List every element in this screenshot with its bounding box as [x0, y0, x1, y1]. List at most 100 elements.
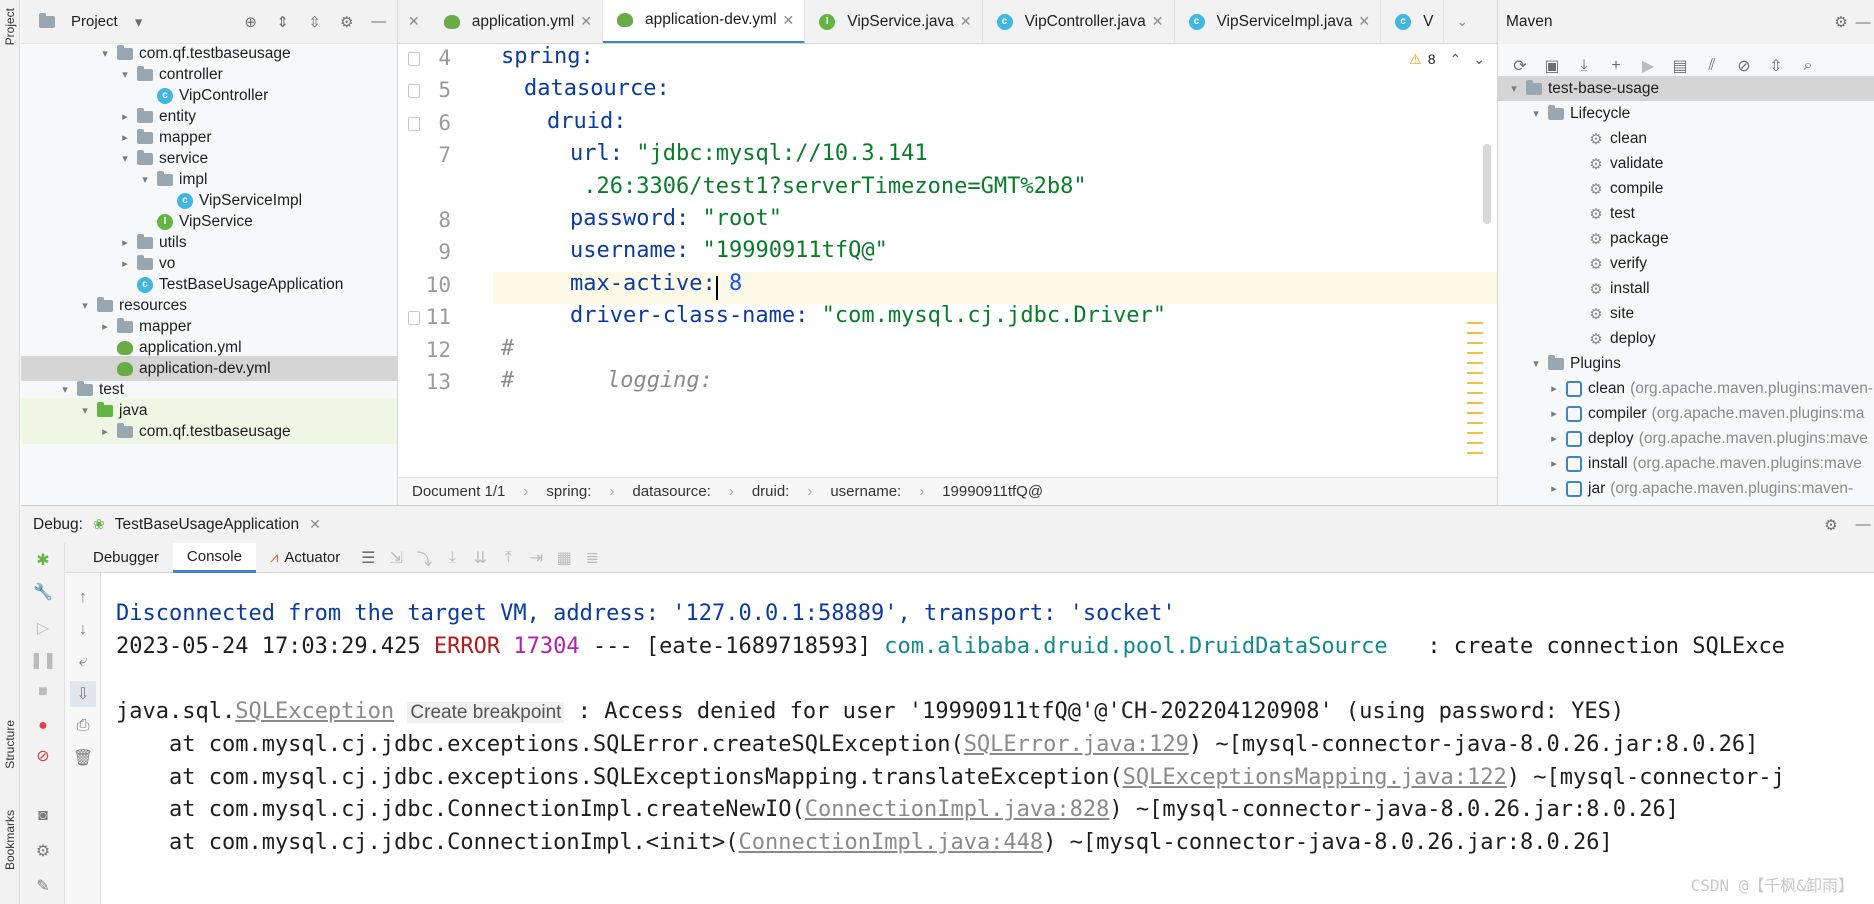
maven-tree-item[interactable]: ⚙ site — [1498, 301, 1874, 326]
error-stripe-marks[interactable] — [1467, 314, 1483, 454]
breadcrumb-item[interactable]: datasource: — [632, 483, 710, 500]
scroll-to-end-icon[interactable]: ⇩ — [70, 681, 96, 707]
wrench-icon[interactable]: 🔧 — [30, 579, 56, 605]
editor-tab[interactable]: c VipServiceImpl.java ✕ — [1175, 0, 1382, 43]
tab-actuator[interactable]: ⩘ Actuator — [256, 543, 354, 573]
close-icon[interactable]: ✕ — [398, 13, 430, 30]
close-icon[interactable]: ✕ — [783, 12, 795, 29]
chevron-down-icon[interactable]: ⌄ — [1444, 13, 1480, 30]
gear-icon[interactable]: ⚙ — [30, 838, 56, 864]
chevron-right-icon[interactable]: ▸ — [1546, 382, 1562, 395]
evaluate-icon[interactable]: ▦ — [550, 544, 578, 572]
project-title[interactable]: Project — [71, 13, 118, 30]
editor-tab[interactable]: I VipService.java ✕ — [805, 0, 983, 43]
run-to-cursor-icon[interactable]: ⇥ — [522, 544, 550, 572]
maven-tree-item[interactable]: ⚙ install — [1498, 276, 1874, 301]
fold-marker-icon[interactable] — [408, 52, 420, 66]
chevron-down-icon[interactable]: ▾ — [117, 152, 133, 165]
maven-tree-item[interactable]: ▾ test-base-usage — [1498, 76, 1874, 101]
maven-tree-item[interactable]: ⚙ compile — [1498, 176, 1874, 201]
maven-tree-item[interactable]: ▸ clean (org.apache.maven.plugins:maven- — [1498, 376, 1874, 401]
breadcrumb-item[interactable]: spring: — [546, 483, 591, 500]
force-step-into-icon[interactable]: ⇊ — [466, 544, 494, 572]
console-output[interactable]: Disconnected from the target VM, address… — [101, 573, 1874, 904]
create-breakpoint-link[interactable]: Create breakpoint — [407, 702, 565, 723]
editor-scrollbar[interactable] — [1483, 144, 1491, 224]
debug-session-tab[interactable]: TestBaseUsageApplication — [115, 516, 299, 534]
camera-icon[interactable]: ◙ — [30, 803, 56, 829]
trace-icon[interactable]: ≣ — [578, 544, 606, 572]
locate-icon[interactable]: ⊕ — [240, 11, 262, 33]
maven-tree-item[interactable]: ⚙ verify — [1498, 251, 1874, 276]
soft-wrap-icon[interactable]: ⤶ — [70, 649, 96, 675]
chevron-right-icon[interactable]: ▸ — [117, 131, 133, 144]
chevron-right-icon[interactable]: ▸ — [117, 257, 133, 270]
maven-tree-item[interactable]: ⚙ package — [1498, 226, 1874, 251]
source-link[interactable]: SQLExceptionsMapping.java:122 — [1123, 765, 1507, 790]
chevron-down-icon[interactable]: ▾ — [77, 299, 93, 312]
chevron-down-icon[interactable]: ▾ — [57, 383, 73, 396]
close-icon[interactable]: ✕ — [309, 516, 321, 533]
tab-debugger[interactable]: Debugger — [79, 543, 173, 573]
editor-tab[interactable]: c VipController.java ✕ — [983, 0, 1175, 43]
tree-item[interactable]: ▸ com.qf.testbaseusage — [21, 419, 397, 444]
resume-icon[interactable]: ▷ — [30, 615, 56, 641]
step-out-icon[interactable]: ⤒ — [494, 544, 522, 572]
chevron-down-icon[interactable]: ▾ — [117, 68, 133, 81]
fold-marker-icon[interactable] — [408, 311, 420, 326]
close-icon[interactable]: ✕ — [580, 13, 592, 30]
chevron-down-icon[interactable]: ▾ — [1528, 107, 1544, 120]
chevron-right-icon[interactable]: ▸ — [97, 425, 113, 438]
chevron-right-icon[interactable]: ▸ — [1546, 482, 1562, 495]
fold-marker-icon[interactable] — [408, 116, 420, 131]
arrow-up-icon[interactable]: ↑ — [70, 585, 96, 611]
chevron-down-icon[interactable]: ▾ — [128, 11, 150, 33]
maven-tree-item[interactable]: ▸ deploy (org.apache.maven.plugins:mave — [1498, 426, 1874, 451]
minimize-icon[interactable]: — — [1852, 11, 1874, 33]
chevron-down-icon[interactable]: ▾ — [137, 173, 153, 186]
structure-tool-button[interactable]: Structure — [3, 720, 17, 769]
show-execution-point-icon[interactable]: ⇲ — [382, 544, 410, 572]
chevron-down-icon[interactable]: ⌄ — [1473, 51, 1485, 68]
maven-tree-item[interactable]: ⚙ test — [1498, 201, 1874, 226]
chevron-right-icon[interactable]: ▸ — [1546, 432, 1562, 445]
close-icon[interactable]: ✕ — [1358, 13, 1370, 30]
inspection-widget[interactable]: ⚠ 8 ⌃ ⌄ — [1409, 44, 1485, 74]
pause-icon[interactable]: ❚❚ — [30, 647, 57, 673]
close-icon[interactable]: ✕ — [1152, 13, 1164, 30]
gear-icon[interactable]: ⚙ — [1820, 514, 1842, 536]
maven-tree-item[interactable]: ▸ jar (org.apache.maven.plugins:maven- — [1498, 476, 1874, 501]
print-icon[interactable]: ⎙ — [70, 713, 96, 739]
pin-icon[interactable]: ✎ — [30, 873, 56, 899]
gear-icon[interactable]: ⚙ — [1830, 11, 1852, 33]
minimize-icon[interactable]: — — [1852, 514, 1874, 536]
view-breakpoints-icon[interactable]: ● — [30, 713, 56, 739]
fold-marker-icon[interactable] — [408, 84, 420, 99]
source-link[interactable]: SQLError.java:129 — [964, 732, 1189, 757]
bug-icon[interactable]: ✱ — [30, 547, 56, 573]
project-tool-button[interactable]: Project — [3, 8, 17, 45]
close-icon[interactable]: ✕ — [960, 13, 972, 30]
step-into-icon[interactable]: ⤓ — [438, 544, 466, 572]
maven-tree-item[interactable]: ▾ Plugins — [1498, 351, 1874, 376]
chevron-down-icon[interactable]: ▾ — [77, 404, 93, 417]
breadcrumb-item[interactable]: username: — [830, 483, 901, 500]
code-editor[interactable]: 4 5 6 7 8 9 10 11 12 13 spring: datasource: druid: u… — [398, 44, 1497, 477]
tab-console[interactable]: Console — [172, 542, 256, 573]
maven-tree-item[interactable]: ⚙ clean — [1498, 126, 1874, 151]
editor-tab[interactable]: application-dev.yml ✕ — [603, 0, 806, 43]
expand-all-icon[interactable]: ⇕ — [272, 11, 294, 33]
chevron-right-icon[interactable]: ▸ — [117, 110, 133, 123]
breadcrumb-item[interactable]: 19990911tfQ@ — [942, 483, 1043, 500]
maven-tree-item[interactable]: ▸ compiler (org.apache.maven.plugins:ma — [1498, 401, 1874, 426]
editor-tab[interactable]: cV — [1381, 0, 1445, 43]
gear-icon[interactable]: ⚙ — [336, 11, 358, 33]
maven-tree-item[interactable]: ▾ Lifecycle — [1498, 101, 1874, 126]
chevron-right-icon[interactable]: ▸ — [117, 236, 133, 249]
chevron-down-icon[interactable]: ▾ — [1528, 357, 1544, 370]
step-over-icon[interactable]: ⤵ — [410, 544, 438, 572]
menu-icon[interactable]: ☰ — [354, 544, 382, 572]
maven-tree-item[interactable]: ▸ install (org.apache.maven.plugins:mave — [1498, 451, 1874, 476]
minimize-icon[interactable]: — — [368, 11, 390, 33]
collapse-all-icon[interactable]: ⇳ — [304, 11, 326, 33]
